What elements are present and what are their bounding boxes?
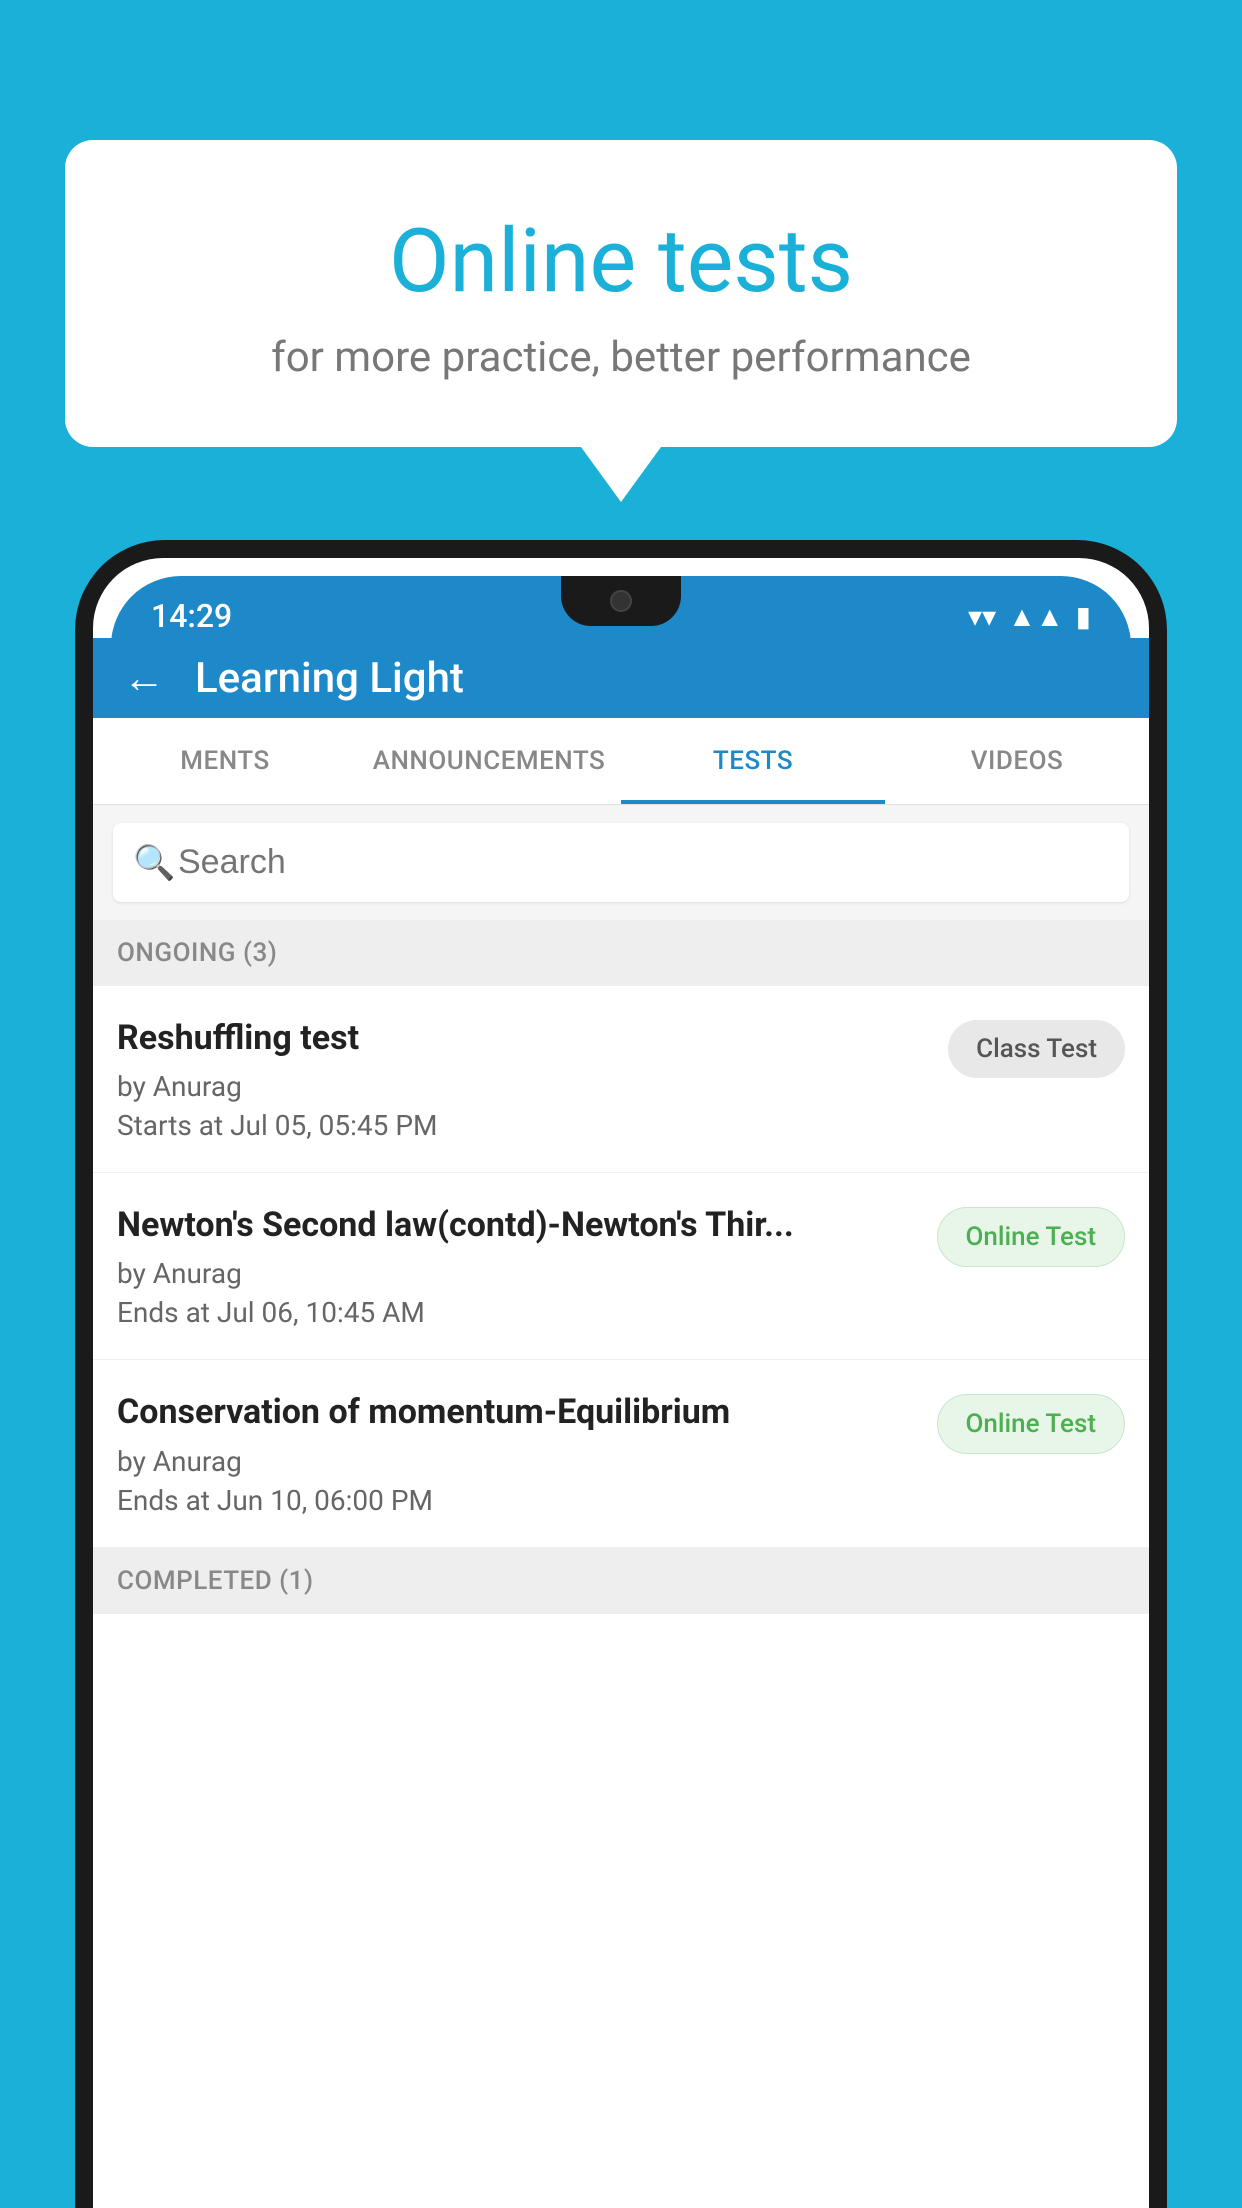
bubble-title: Online tests (125, 210, 1117, 313)
bubble-subtitle: for more practice, better performance (125, 333, 1117, 382)
test-badge-class: Class Test (948, 1020, 1125, 1078)
status-time: 14:29 (151, 597, 232, 635)
wifi-icon: ▾▾ (968, 600, 996, 633)
test-badge-online: Online Test (937, 1207, 1126, 1267)
tabs-bar: MENTS ANNOUNCEMENTS TESTS VIDEOS (93, 718, 1149, 805)
test-item[interactable]: Reshuffling test by Anurag Starts at Jul… (93, 986, 1149, 1173)
camera (610, 590, 632, 612)
test-time: Ends at Jul 06, 10:45 AM (117, 1296, 921, 1329)
test-item[interactable]: Conservation of momentum-Equilibrium by … (93, 1360, 1149, 1547)
speech-bubble: Online tests for more practice, better p… (65, 140, 1177, 447)
status-icons: ▾▾ ▲▲ ▮ (968, 600, 1091, 633)
search-wrapper: 🔍 (113, 823, 1129, 902)
ongoing-header: ONGOING (3) (93, 920, 1149, 986)
tab-videos[interactable]: VIDEOS (885, 718, 1149, 804)
status-bar: 14:29 ▾▾ ▲▲ ▮ (111, 576, 1131, 656)
test-author: by Anurag (117, 1445, 921, 1478)
phone-notch (561, 576, 681, 626)
test-name: Reshuffling test (117, 1016, 932, 1060)
test-info: Reshuffling test by Anurag Starts at Jul… (117, 1016, 932, 1142)
tab-announcements[interactable]: ANNOUNCEMENTS (357, 718, 621, 804)
test-name: Conservation of momentum-Equilibrium (117, 1390, 921, 1434)
search-icon: 🔍 (133, 843, 175, 883)
test-author: by Anurag (117, 1257, 921, 1290)
test-badge-online: Online Test (937, 1394, 1126, 1454)
test-name: Newton's Second law(contd)-Newton's Thir… (117, 1203, 921, 1247)
test-author: by Anurag (117, 1070, 932, 1103)
search-input[interactable] (113, 823, 1129, 902)
phone-frame: 14:29 ▾▾ ▲▲ ▮ ← Learning Light MENTS ANN… (75, 540, 1167, 2208)
signal-icon: ▲▲ (1008, 600, 1063, 633)
tab-tests[interactable]: TESTS (621, 718, 885, 804)
phone-screen: 14:29 ▾▾ ▲▲ ▮ ← Learning Light MENTS ANN… (93, 558, 1149, 2208)
search-container: 🔍 (93, 805, 1149, 920)
test-info: Newton's Second law(contd)-Newton's Thir… (117, 1203, 921, 1329)
test-item[interactable]: Newton's Second law(contd)-Newton's Thir… (93, 1173, 1149, 1360)
test-info: Conservation of momentum-Equilibrium by … (117, 1390, 921, 1516)
battery-icon: ▮ (1076, 600, 1091, 633)
back-button[interactable]: ← (123, 654, 165, 703)
speech-bubble-container: Online tests for more practice, better p… (65, 140, 1177, 447)
test-time: Starts at Jul 05, 05:45 PM (117, 1109, 932, 1142)
app-title: Learning Light (195, 654, 464, 703)
test-time: Ends at Jun 10, 06:00 PM (117, 1484, 921, 1517)
tests-list: ONGOING (3) Reshuffling test by Anurag S… (93, 920, 1149, 2208)
tab-ments[interactable]: MENTS (93, 718, 357, 804)
completed-header: COMPLETED (1) (93, 1548, 1149, 1614)
